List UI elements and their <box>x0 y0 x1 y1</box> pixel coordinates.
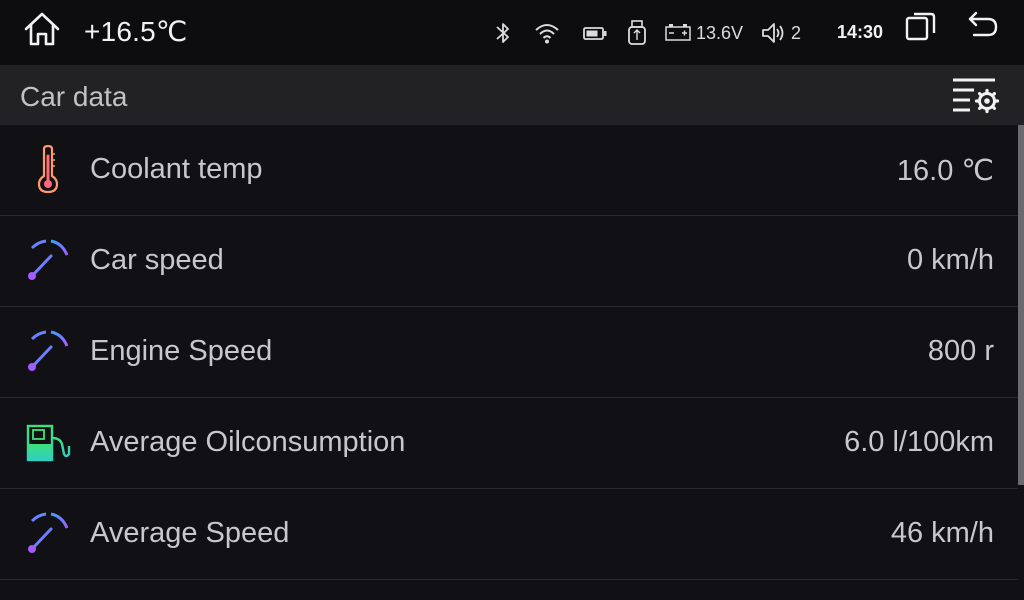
usb-icon <box>626 19 648 47</box>
battery-icon <box>582 19 608 47</box>
gauge-icon <box>24 327 72 377</box>
bluetooth-icon <box>492 19 514 47</box>
item-label: Car speed <box>90 244 224 276</box>
item-label: Average Oilconsumption <box>90 426 406 458</box>
list-item-coolant-temp[interactable]: Coolant temp 16.0 ℃ <box>0 125 1018 216</box>
volume-value: 2 <box>791 22 802 43</box>
item-label: Coolant temp <box>90 153 263 185</box>
item-value: 46 km/h <box>890 517 994 549</box>
page-title: Car data <box>20 81 128 112</box>
gauge-icon <box>24 236 72 286</box>
home-icon[interactable] <box>22 10 62 48</box>
page-header: Car data <box>0 65 1024 125</box>
item-value: 800 r <box>927 335 994 367</box>
list-item-average-speed[interactable]: Average Speed 46 km/h <box>0 489 1018 580</box>
list-item-engine-speed[interactable]: Engine Speed 800 r <box>0 307 1018 398</box>
item-label: Engine Speed <box>90 335 273 367</box>
item-value: 16.0 ℃ <box>896 155 994 187</box>
list-item-car-speed[interactable]: Car speed 0 km/h <box>0 216 1018 307</box>
item-value: 6.0 l/100km <box>844 426 994 458</box>
thermometer-icon <box>24 144 72 195</box>
speaker-icon[interactable] <box>760 19 786 47</box>
list-settings-icon[interactable] <box>950 77 1000 115</box>
gauge-icon <box>24 509 72 559</box>
car-battery-icon <box>664 19 692 47</box>
item-label: Average Speed <box>90 517 290 549</box>
item-value: 0 km/h <box>906 244 994 276</box>
wifi-icon <box>533 19 561 47</box>
scrollbar[interactable] <box>1018 125 1024 485</box>
status-bar: +16.5℃ 13.6V 2 14:30 <box>0 0 1024 65</box>
clock: 14:30 <box>837 22 884 42</box>
volume-level: 2 <box>791 19 801 47</box>
car-data-list: Coolant temp 16.0 ℃ Car speed 0 km/h Eng… <box>0 125 1018 580</box>
voltage-readout: 13.6V <box>696 19 743 47</box>
recent-apps-icon[interactable] <box>904 12 938 41</box>
fuel-pump-icon <box>24 418 72 468</box>
back-icon[interactable] <box>966 10 1000 38</box>
outside-temperature: +16.5℃ <box>84 16 188 47</box>
voltage-value: 13.6V <box>696 22 744 43</box>
list-item-average-oilconsumption[interactable]: Average Oilconsumption 6.0 l/100km <box>0 398 1018 489</box>
